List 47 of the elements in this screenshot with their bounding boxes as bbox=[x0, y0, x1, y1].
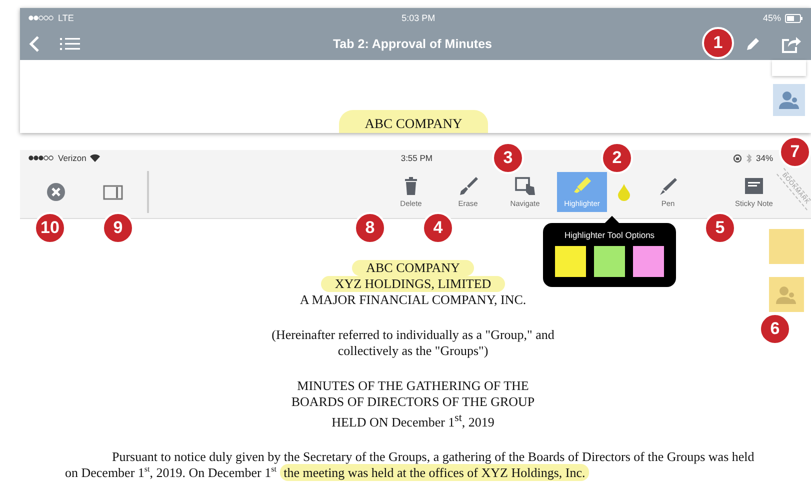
document-line: BOARDS OF DIRECTORS OF THE GROUP bbox=[291, 394, 535, 410]
close-icon[interactable] bbox=[47, 183, 65, 201]
number-badge: 3 bbox=[492, 142, 524, 174]
signal-icon bbox=[28, 14, 54, 22]
clock-time: 3:55 PM bbox=[400, 153, 432, 163]
document-line: XYZ HOLDINGS, LIMITED bbox=[320, 276, 506, 292]
body-paragraph: Pursuant to notice duly given by the Secretary of the Groups, a gathering of the Boards of Directors of the Groups was held on December 1$^{st}$, 2019. On December 1$^{st}$ the meeting was held at the offices of XYZ Holdings, Inc. bbox=[65, 449, 756, 482]
document-line: HELD ON December 1$^{st}$, 2019 bbox=[332, 411, 494, 430]
number-badge: 2 bbox=[601, 142, 633, 174]
popup-title: Highlighter Tool Options bbox=[564, 230, 655, 240]
signal-icon bbox=[28, 154, 54, 162]
pen-icon bbox=[657, 176, 679, 196]
document-line: ABC COMPANY bbox=[352, 260, 474, 276]
sticky-note-icon bbox=[743, 176, 765, 196]
carrier-label: LTE bbox=[58, 13, 74, 23]
number-badge: 7 bbox=[779, 136, 811, 168]
color-drop-icon[interactable] bbox=[618, 184, 630, 200]
page-thumbnail[interactable] bbox=[772, 60, 806, 76]
pencil-icon[interactable] bbox=[745, 36, 761, 52]
lock-rotation-icon bbox=[732, 154, 742, 162]
person-icon bbox=[778, 90, 800, 110]
battery-icon bbox=[784, 14, 803, 22]
carrier-label: Verizon bbox=[58, 153, 86, 163]
brush-icon bbox=[457, 176, 479, 196]
back-icon[interactable] bbox=[28, 36, 40, 52]
color-swatch[interactable] bbox=[594, 246, 625, 277]
highlighter-icon bbox=[571, 176, 593, 196]
sidebar-panel-icon[interactable] bbox=[103, 184, 123, 200]
color-swatch[interactable] bbox=[555, 246, 586, 277]
color-swatch[interactable] bbox=[633, 246, 664, 277]
contact-note[interactable] bbox=[768, 277, 804, 312]
contacts-button[interactable] bbox=[773, 84, 805, 116]
wifi-icon bbox=[90, 154, 100, 162]
navigate-icon bbox=[514, 176, 536, 196]
document-heading: ABC COMPANY bbox=[338, 110, 488, 133]
document-line: A MAJOR FINANCIAL COMPANY, INC. bbox=[300, 292, 526, 308]
battery-percent: 45% bbox=[762, 13, 781, 23]
share-icon[interactable] bbox=[781, 35, 801, 53]
document-title: Tab 2: Approval of Minutes bbox=[332, 37, 492, 51]
clock-time: 5:03 PM bbox=[402, 13, 436, 23]
bluetooth-icon bbox=[746, 154, 752, 162]
battery-percent: 34% bbox=[756, 153, 773, 163]
list-icon[interactable] bbox=[60, 37, 80, 51]
person-icon bbox=[775, 284, 797, 304]
document-line: collectively as the "Groups") bbox=[338, 343, 488, 359]
document-line: (Hereinafter referred to individually as a "Group," and bbox=[272, 327, 554, 343]
document-line: MINUTES OF THE GATHERING OF THE bbox=[297, 378, 529, 394]
